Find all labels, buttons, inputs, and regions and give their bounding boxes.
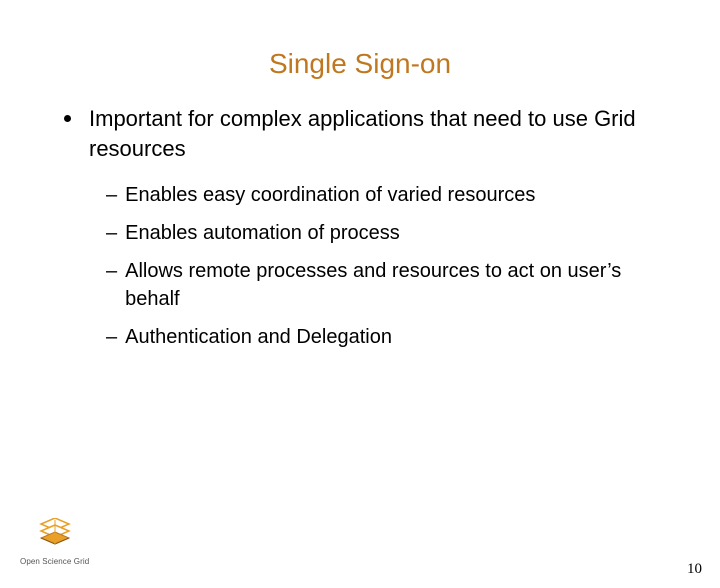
bullet-disc-icon [64, 115, 71, 122]
dash-icon: – [106, 323, 117, 351]
dash-icon: – [106, 181, 117, 209]
bullet-item: Important for complex applications that … [64, 104, 656, 163]
sub-bullet-item: – Authentication and Delegation [106, 323, 656, 351]
sub-bullet-text: Enables easy coordination of varied reso… [125, 181, 535, 209]
footer-logo: Open Science Grid [20, 518, 89, 566]
osg-logo-icon [32, 518, 78, 550]
sub-bullet-text: Allows remote processes and resources to… [125, 257, 656, 313]
dash-icon: – [106, 219, 117, 247]
sub-bullet-text: Authentication and Delegation [125, 323, 392, 351]
sub-bullet-item: – Allows remote processes and resources … [106, 257, 656, 313]
sub-bullet-list: – Enables easy coordination of varied re… [106, 181, 656, 351]
footer-logo-label: Open Science Grid [20, 557, 89, 566]
sub-bullet-item: – Enables easy coordination of varied re… [106, 181, 656, 209]
sub-bullet-item: – Enables automation of process [106, 219, 656, 247]
sub-bullet-text: Enables automation of process [125, 219, 400, 247]
dash-icon: – [106, 257, 117, 285]
page-number: 10 [687, 561, 702, 578]
bullet-text: Important for complex applications that … [89, 104, 656, 163]
slide-body: Important for complex applications that … [64, 104, 656, 351]
slide-title: Single Sign-on [0, 48, 720, 80]
